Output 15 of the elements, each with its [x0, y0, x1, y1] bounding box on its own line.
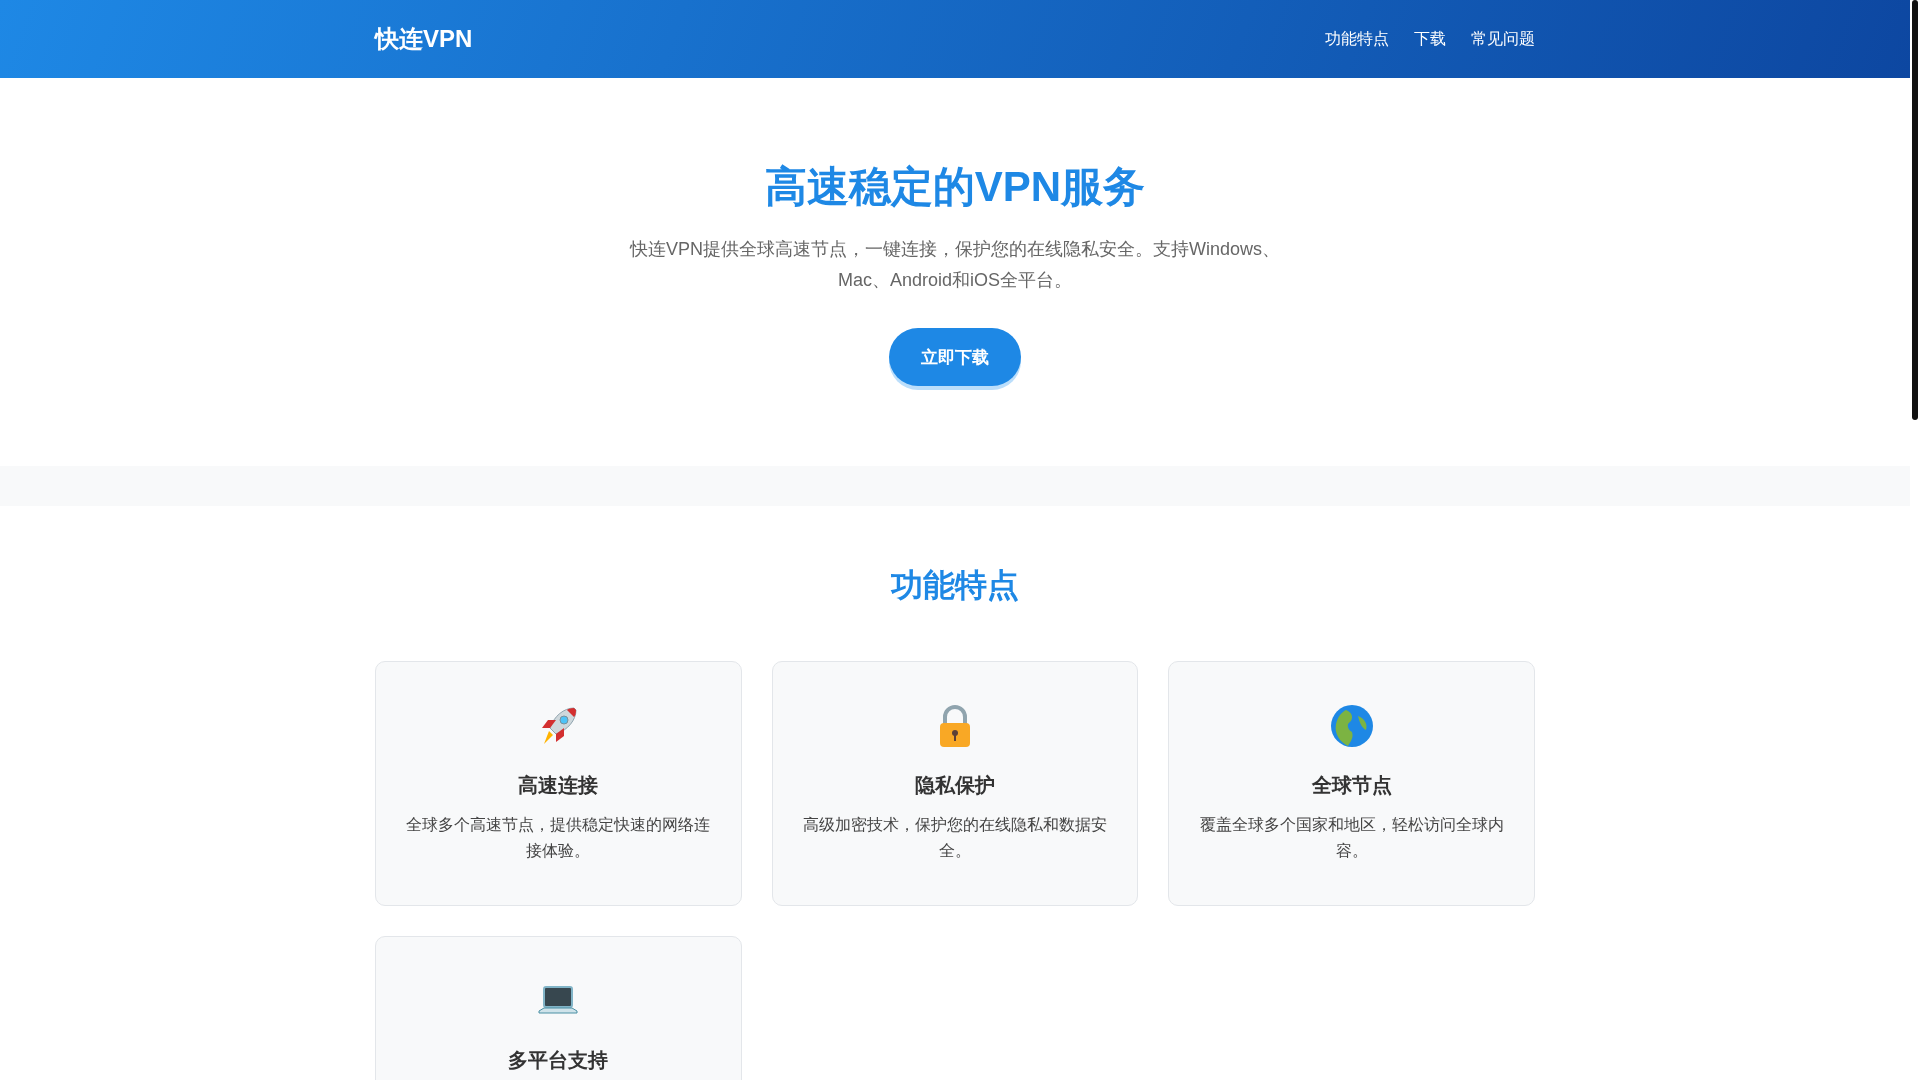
nav-link[interactable]: 常见问题 [1471, 28, 1535, 50]
hero-description: 快连VPN提供全球高速节点，一键连接，保护您的在线隐私安全。支持Windows、Mac、Android和iOS全平台。 [628, 238, 1281, 293]
feature-description: 高级加密技术，保护您的在线隐私和数据安全。 [802, 814, 1108, 861]
feature-title: 多平台支持 [508, 1047, 609, 1073]
download-button[interactable]: 立即下载 [889, 328, 1021, 387]
feature-title: 全球节点 [1311, 772, 1392, 798]
feature-description: 全球多个高速节点，提供稳定快速的网络连接体验。 [406, 814, 711, 861]
section-title: 功能特点 [890, 566, 1020, 605]
feature-title: 隐私保护 [915, 772, 995, 798]
feature-title: 高速连接 [518, 772, 599, 798]
nav-link[interactable]: 下载 [1414, 28, 1446, 50]
nav-link[interactable]: 功能特点 [1325, 28, 1389, 50]
feature-description: 覆盖全球多个国家和地区，轻松访问全球内容。 [1199, 814, 1504, 861]
site-logo[interactable]: 快连VPN [375, 23, 473, 55]
hero-title: 高速稳定的VPN服务 [763, 162, 1147, 212]
